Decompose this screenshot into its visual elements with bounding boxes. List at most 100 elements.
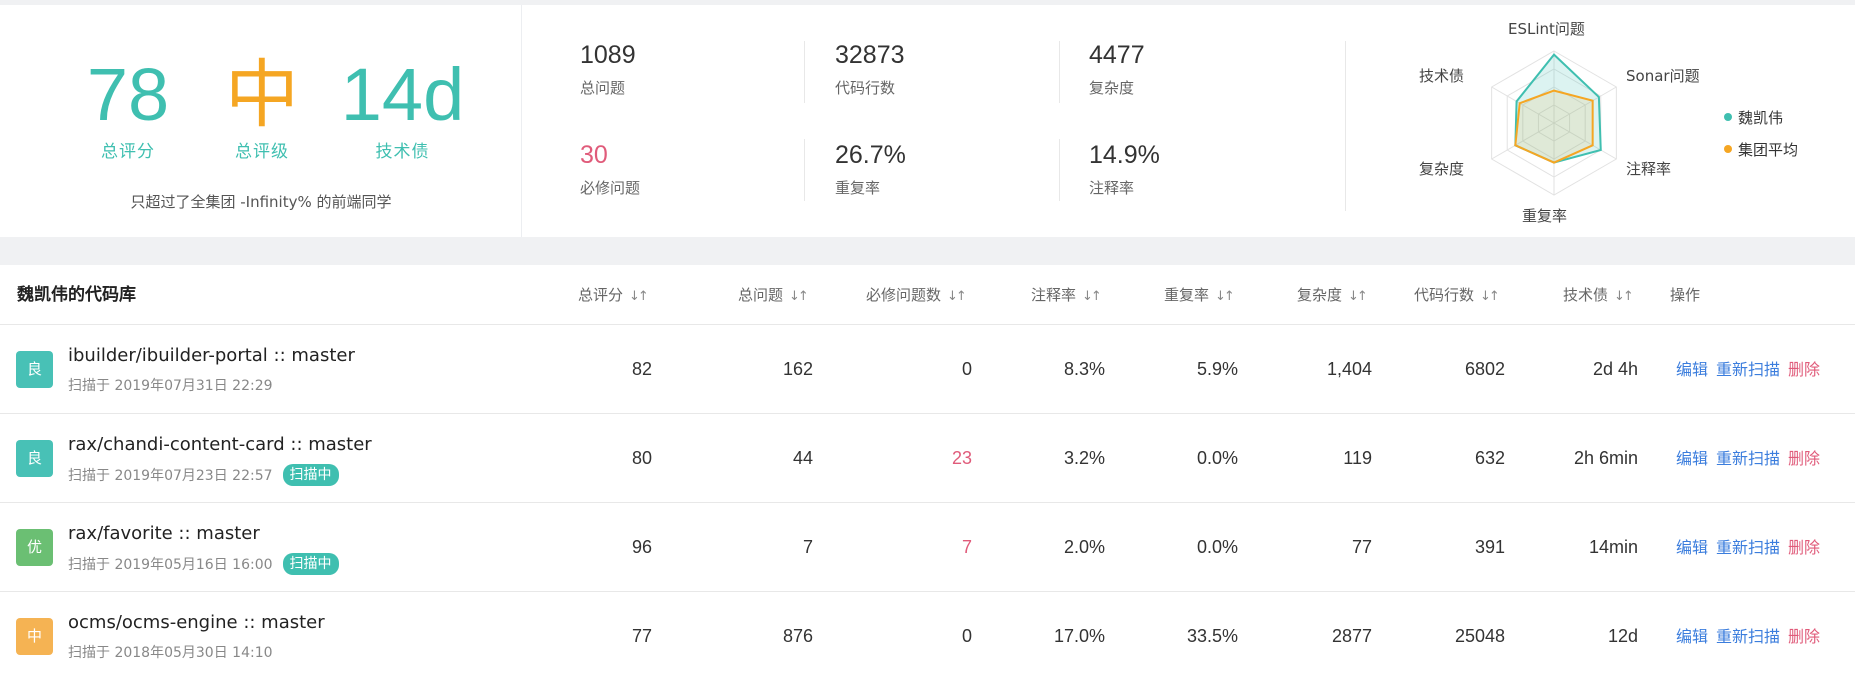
stat-value: 14.9% [1089,141,1160,169]
col-label: 总问题 [738,286,784,304]
row-actions: 编辑 重新扫描 删除 [1676,592,1820,679]
tech-debt: 14d 技术债 [330,53,475,162]
col-header-lines[interactable]: 代码行数 ↓↑ [1414,265,1500,327]
repo-name-link[interactable]: rax/favorite :: master [68,523,260,544]
cell-debt: 12d [1607,626,1638,646]
delete-button[interactable]: 删除 [1788,360,1820,379]
cell-score: 77 [631,626,652,646]
table-header: 魏凯伟的代码库 总评分 ↓↑ 总问题 ↓↑ 必修问题数 ↓↑ 注释率 ↓↑ 重复率 ↓↑ … [0,265,1855,325]
sort-icon[interactable]: ↓↑ [1348,267,1368,327]
col-header-issues[interactable]: 总问题 ↓↑ [738,265,809,327]
total-grade: 中 总评级 [192,53,332,162]
col-header-debt[interactable]: 技术债 ↓↑ [1563,265,1634,327]
stat-value: 1089 [580,41,636,69]
radar-axis-label-eslint: ESLint问题 [1508,20,1585,38]
cell-score: 82 [631,359,652,379]
col-header-required[interactable]: 必修问题数 ↓↑ [866,265,967,327]
col-header-actions: 操作 [1670,286,1701,304]
rescan-button[interactable]: 重新扫描 [1716,449,1780,468]
col-label: 技术债 [1563,286,1609,304]
sort-icon[interactable]: ↓↑ [629,267,649,327]
sort-icon[interactable]: ↓↑ [1082,267,1102,327]
delete-button[interactable]: 删除 [1788,449,1820,468]
cell-required: 0 [961,626,972,646]
cell-lines: 391 [1474,537,1505,557]
rescan-button[interactable]: 重新扫描 [1716,360,1780,379]
table-row[interactable]: 良 ibuilder/ibuilder-portal :: master扫描于 2… [0,325,1855,414]
repo-scan-info: 扫描于 2019年05月16日 16:00 扫描中 [68,553,339,575]
edit-button[interactable]: 编辑 [1676,360,1708,379]
cell-required: 23 [951,448,972,468]
stat-label: 代码行数 [835,79,896,97]
repo-name-link[interactable]: rax/chandi-content-card :: master [68,434,372,455]
rescan-button[interactable]: 重新扫描 [1716,627,1780,646]
rescan-button[interactable]: 重新扫描 [1716,538,1780,557]
total-grade-label: 总评级 [235,142,289,162]
legend-label: 魏凯伟 [1738,108,1784,127]
stat-complexity: 4477 复杂度 [1089,39,1319,98]
repo-scan-info: 扫描于 2019年07月23日 22:57 扫描中 [68,464,339,486]
divider [1059,139,1060,201]
total-score: 78 总评分 [58,53,198,162]
cell-complexity: 2877 [1331,626,1372,646]
cell-lines: 25048 [1454,626,1505,646]
stat-required-issues: 30 必修问题 [580,139,810,198]
divider [804,41,805,103]
radar-axis-label-dup: 重复率 [1522,207,1568,225]
col-label: 复杂度 [1297,286,1343,304]
total-grade-value: 中 [225,53,299,136]
edit-button[interactable]: 编辑 [1676,538,1708,557]
legend-label: 集团平均 [1738,140,1799,159]
sort-icon[interactable]: ↓↑ [1480,267,1500,327]
sort-icon[interactable]: ↓↑ [789,267,809,327]
divider [804,139,805,201]
stat-label: 复杂度 [1089,79,1135,97]
col-label: 注释率 [1031,286,1077,304]
edit-button[interactable]: 编辑 [1676,627,1708,646]
repo-scan-info: 扫描于 2018年05月30日 14:10 [68,642,273,662]
scanning-badge: 扫描中 [282,553,339,575]
delete-button[interactable]: 删除 [1788,627,1820,646]
scan-time: 扫描于 2019年07月31日 22:29 [68,378,273,394]
cell-score: 80 [631,448,652,468]
scan-time: 扫描于 2018年05月30日 14:10 [68,645,273,661]
grade-badge: 中 [16,618,53,655]
repo-name-link[interactable]: ocms/ocms-engine :: master [68,612,325,633]
col-label: 总评分 [578,286,624,304]
stat-label: 总问题 [580,79,626,97]
delete-button[interactable]: 删除 [1788,538,1820,557]
stat-code-lines: 32873 代码行数 [835,39,1065,98]
radar-chart: ESLint问题 Sonar问题 注释率 重复率 复杂度 技术债 魏凯伟 集团平… [1346,5,1855,237]
repo-name-link[interactable]: ibuilder/ibuilder-portal :: master [68,345,355,366]
table-row[interactable]: 良 rax/chandi-content-card :: master扫描于 20… [0,414,1855,503]
cell-debt: 2h 6min [1573,448,1638,468]
row-actions: 编辑 重新扫描 删除 [1676,414,1820,503]
legend-dot [1724,145,1732,153]
legend-item[interactable]: 集团平均 [1724,138,1798,160]
scan-time: 扫描于 2019年07月23日 22:57 [68,468,273,484]
cell-dup: 0.0% [1196,448,1238,468]
table-row[interactable]: 中 ocms/ocms-engine :: master扫描于 2018年05月3… [0,592,1855,679]
sort-icon[interactable]: ↓↑ [1215,267,1235,327]
sort-icon[interactable]: ↓↑ [947,267,967,327]
edit-button[interactable]: 编辑 [1676,449,1708,468]
cell-comment: 8.3% [1063,359,1105,379]
row-actions: 编辑 重新扫描 删除 [1676,325,1820,414]
table-row[interactable]: 优 rax/favorite :: master 扫描于 2019年05月16日 1… [0,503,1855,592]
col-label: 代码行数 [1414,286,1475,304]
total-score-value: 78 [86,53,170,136]
stat-duplication: 26.7% 重复率 [835,139,1065,198]
divider [1059,41,1060,103]
col-header-dup[interactable]: 重复率 ↓↑ [1164,265,1235,327]
grade-badge: 良 [16,440,53,477]
cell-comment: 2.0% [1063,537,1105,557]
col-header-score[interactable]: 总评分 ↓↑ [578,265,649,327]
col-header-complexity[interactable]: 复杂度 ↓↑ [1297,265,1368,327]
radar-axis-label-comment: 注释率 [1626,160,1672,178]
cell-comment: 17.0% [1053,626,1105,646]
sort-icon[interactable]: ↓↑ [1614,267,1634,327]
col-header-comment[interactable]: 注释率 ↓↑ [1031,265,1102,327]
cell-score: 96 [631,537,652,557]
grade-badge: 良 [16,351,53,388]
legend-item[interactable]: 魏凯伟 [1724,106,1798,128]
